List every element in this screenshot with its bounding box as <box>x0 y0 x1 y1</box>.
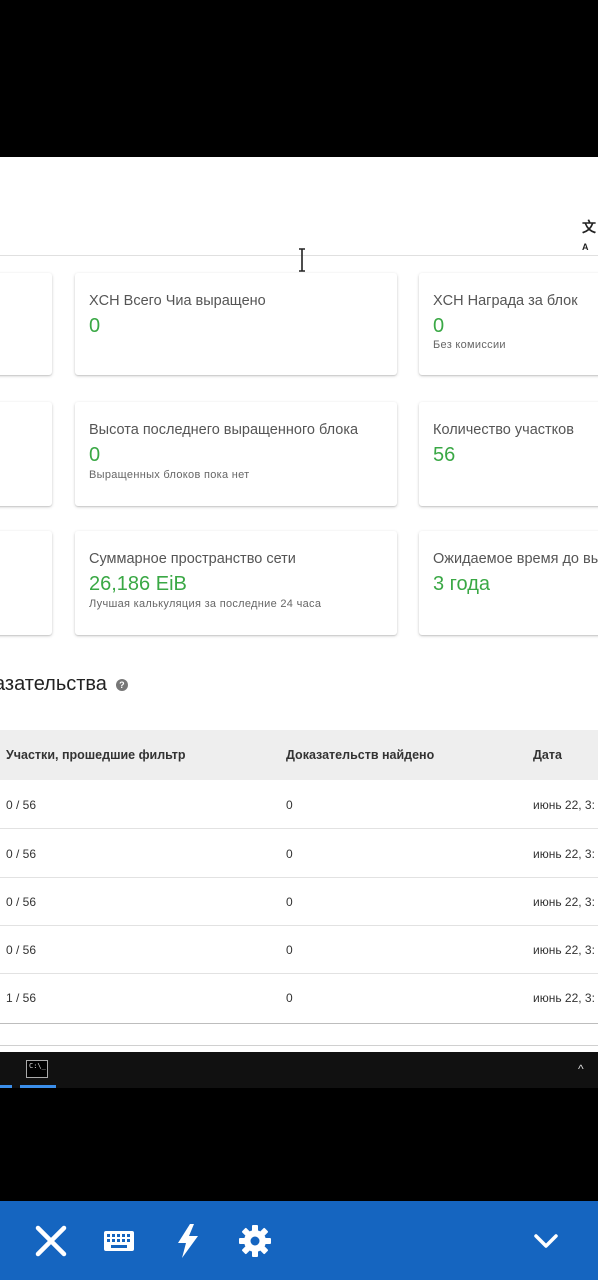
card-label: Количество участков <box>433 422 574 438</box>
stat-card-expected-time: Ожидаемое время до вы 3 года <box>419 531 598 635</box>
table-cell: июнь 22, 3: <box>533 847 595 861</box>
table-cell: 0 <box>286 895 293 909</box>
table-header: Участки, прошедшие фильтр Доказательств … <box>0 730 598 780</box>
stat-card-partial <box>0 273 52 375</box>
table-cell: 0 <box>286 943 293 957</box>
taskbar-item[interactable] <box>0 1058 12 1086</box>
table-row: 0 / 56 0 июнь 22, 3: <box>0 877 598 926</box>
column-header-proofs[interactable]: Доказательств найдено <box>286 748 434 762</box>
chevron-down-icon[interactable] <box>528 1223 564 1259</box>
stat-card-last-height: Высота последнего выращенного блока 0 Вы… <box>75 402 397 506</box>
chevron-up-icon[interactable]: ^ <box>578 1062 584 1076</box>
table-cell: 0 <box>286 847 293 861</box>
table-cell: июнь 22, 3: <box>533 895 595 909</box>
table-row: 1 / 56 0 июнь 22, 3: <box>0 973 598 1021</box>
table-cell: 0 / 56 <box>6 943 37 957</box>
bottom-toolbar <box>0 1201 598 1280</box>
table-cell: июнь 22, 3: <box>533 943 595 957</box>
taskbar-active-indicator <box>0 1085 12 1088</box>
card-label: XCH Награда за блок <box>433 293 578 309</box>
table-cell: 1 / 56 <box>6 991 37 1005</box>
stat-card-partial <box>0 531 52 635</box>
column-header-plots[interactable]: Участки, прошедшие фильтр <box>6 748 186 762</box>
table-cell: июнь 22, 3: <box>533 798 595 812</box>
divider <box>0 1023 598 1024</box>
table-cell: 0 / 56 <box>6 895 37 909</box>
taskbar-active-indicator <box>20 1085 56 1088</box>
help-icon[interactable]: ? <box>115 678 128 691</box>
card-subtext: Лучшая калькуляция за последние 24 часа <box>89 598 322 610</box>
stat-card-partial <box>0 402 52 506</box>
card-value: 0 <box>89 444 101 466</box>
stat-card-netspace: Суммарное пространство сети 26,186 EiB Л… <box>75 531 397 635</box>
stat-card-total-farmed: XCH Всего Чиа выращено 0 <box>75 273 397 375</box>
translate-icon[interactable]: 文A <box>582 217 598 253</box>
card-value: 0 <box>89 315 101 337</box>
card-value: 56 <box>433 444 456 466</box>
card-value: 26,186 EiB <box>89 573 187 595</box>
app-screen: 文A XCH Всего Чиа выращено 0 Высота после… <box>0 157 598 1052</box>
taskbar: C:\_ ^ <box>0 1052 598 1088</box>
terminal-glyph: C:\_ <box>29 1062 46 1070</box>
table-cell: 0 <box>286 991 293 1005</box>
section-title: азательства ? <box>0 673 128 696</box>
stat-card-block-reward: XCH Награда за блок 0 Без комиссии <box>419 273 598 375</box>
divider <box>0 1045 598 1046</box>
table-row: 0 / 56 0 июнь 22, 3: <box>0 829 598 878</box>
card-value: 3 года <box>433 573 491 595</box>
card-subtext: Выращенных блоков пока нет <box>89 469 250 481</box>
table-cell: июнь 22, 3: <box>533 991 595 1005</box>
table-cell: 0 <box>286 798 293 812</box>
card-label: XCH Всего Чиа выращено <box>89 293 266 309</box>
stat-card-plot-count: Количество участков 56 <box>419 402 598 506</box>
text-cursor-icon <box>299 248 305 272</box>
card-subtext: Без комиссии <box>433 339 506 351</box>
card-label: Ожидаемое время до вы <box>433 551 598 567</box>
keyboard-icon[interactable] <box>101 1223 137 1259</box>
section-title-text: азательства <box>0 673 107 695</box>
card-value: 0 <box>433 315 445 337</box>
column-header-date[interactable]: Дата <box>533 748 562 762</box>
table-row: 0 / 56 0 июнь 22, 3: <box>0 780 598 829</box>
table-cell: 0 / 56 <box>6 847 37 861</box>
app-header: 文A <box>0 157 598 256</box>
card-label: Суммарное пространство сети <box>89 551 296 567</box>
table-row: 0 / 56 0 июнь 22, 3: <box>0 925 598 974</box>
close-icon[interactable] <box>33 1223 69 1259</box>
gear-icon[interactable] <box>237 1223 273 1259</box>
terminal-icon[interactable]: C:\_ <box>26 1060 48 1078</box>
card-label: Высота последнего выращенного блока <box>89 422 359 438</box>
table-cell: 0 / 56 <box>6 798 37 812</box>
lightning-icon[interactable] <box>170 1223 206 1259</box>
